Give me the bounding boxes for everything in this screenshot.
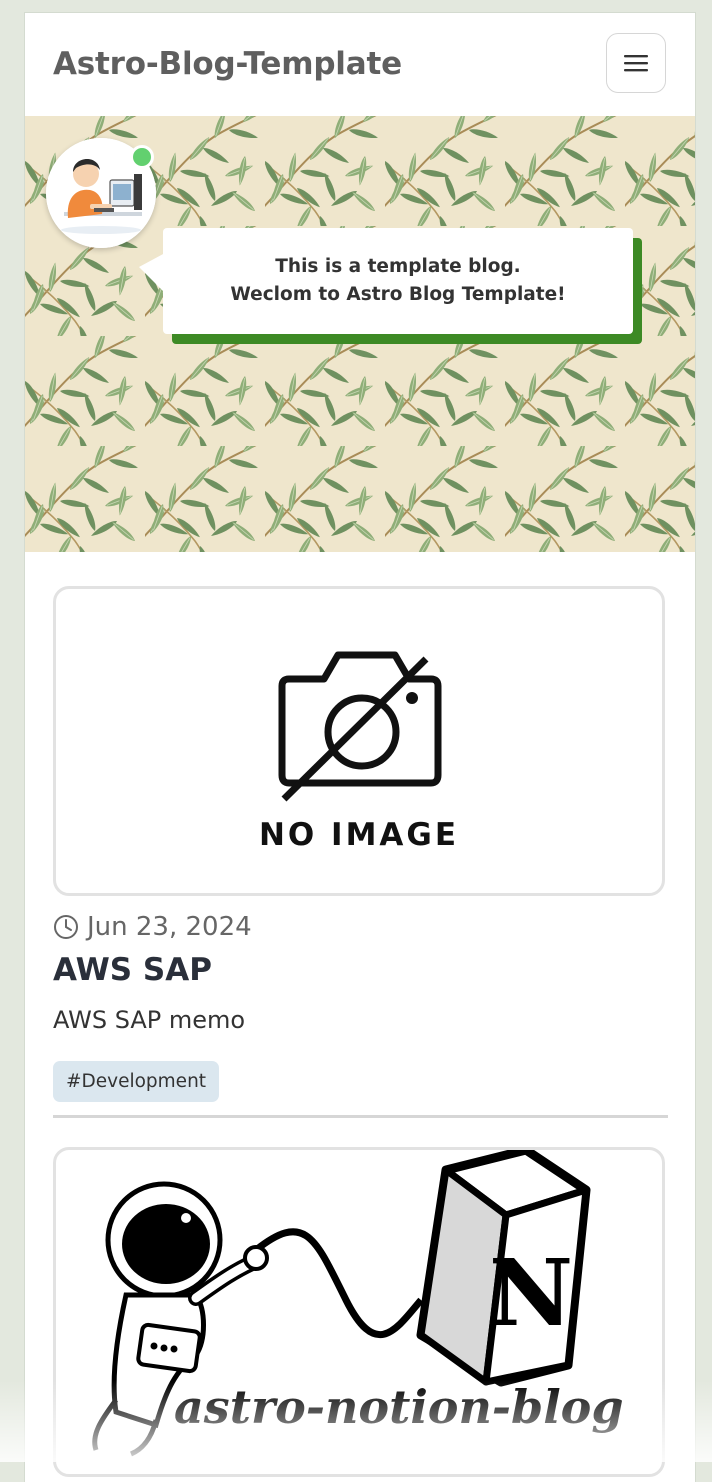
welcome-line-1: This is a template blog. xyxy=(275,256,521,277)
post-date: Jun 23, 2024 xyxy=(53,912,252,942)
notion-letter: N xyxy=(489,1239,573,1347)
online-status-dot xyxy=(130,145,154,169)
hamburger-menu-icon xyxy=(624,55,648,72)
navbar: Astro-Blog-Template xyxy=(25,12,695,117)
speech-bubble: This is a template blog. Weclom to Astro… xyxy=(163,228,633,334)
hero-banner: This is a template blog. Weclom to Astro… xyxy=(25,116,695,552)
page: Astro-Blog-Template This is a template b… xyxy=(24,12,696,1482)
clock-icon xyxy=(54,915,78,939)
post-divider xyxy=(53,1115,668,1118)
post-date-text: Jun 23, 2024 xyxy=(87,912,252,942)
speech-bubble-tail xyxy=(139,253,165,293)
post-tag[interactable]: #Development xyxy=(53,1061,220,1102)
post-title[interactable]: AWS SAP xyxy=(53,952,212,988)
menu-button[interactable] xyxy=(606,33,666,93)
welcome-line-2: Weclom to Astro Blog Template! xyxy=(230,284,566,305)
site-title[interactable]: Astro-Blog-Template xyxy=(53,46,402,82)
bottom-fade xyxy=(0,1380,712,1462)
no-image-label: NO IMAGE xyxy=(258,817,460,853)
post-description: AWS SAP memo xyxy=(53,1006,246,1034)
post-thumbnail[interactable]: NO IMAGE xyxy=(53,586,665,896)
